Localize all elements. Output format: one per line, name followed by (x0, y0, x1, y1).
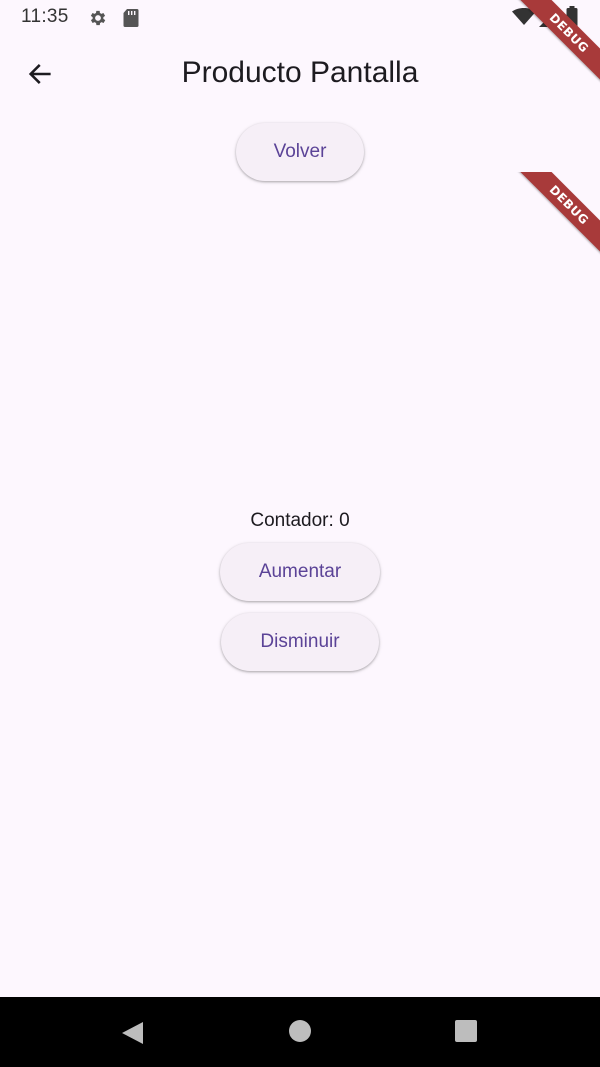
volver-button[interactable]: Volver (236, 123, 364, 181)
navigation-bar (0, 997, 600, 1067)
nav-home-icon[interactable] (287, 1020, 313, 1046)
debug-banner-top: DEBUG (500, 0, 600, 100)
disminuir-button[interactable]: Disminuir (221, 613, 379, 671)
aumentar-button-label: Aumentar (258, 561, 342, 582)
volver-button-label: Volver (273, 141, 327, 162)
status-time: 11:35 (21, 6, 69, 27)
aumentar-button[interactable]: Aumentar (220, 543, 380, 601)
debug-banner-middle: DEBUG (500, 172, 600, 272)
debug-banner-label: DEBUG (508, 172, 600, 266)
debug-banner-label: DEBUG (508, 0, 600, 94)
screen: 11:35 Producto Pantalla Volver Contador:… (0, 0, 600, 1067)
gear-icon (88, 8, 108, 33)
sd-card-icon (122, 8, 140, 33)
counter-text: Contador: 0 (250, 510, 350, 531)
nav-back-icon[interactable] (120, 1020, 146, 1046)
disminuir-button-label: Disminuir (260, 631, 340, 652)
nav-recents-icon[interactable] (453, 1020, 479, 1046)
